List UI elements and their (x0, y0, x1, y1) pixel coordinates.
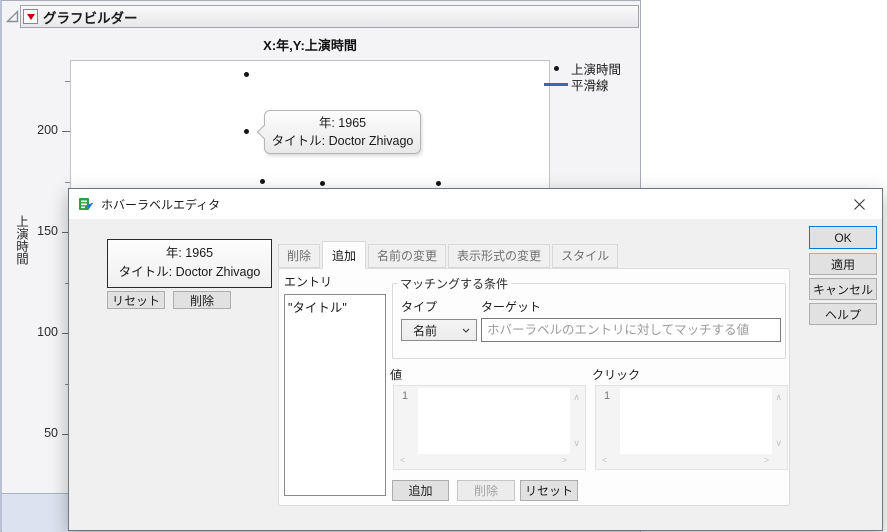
scroll-up-icon[interactable]: ∧ (775, 393, 782, 402)
dialog-titlebar[interactable]: ホバーラベルエディタ (69, 189, 882, 219)
tab-削除[interactable]: 削除 (278, 244, 321, 268)
tab-panel-add: エントリ "タイトル" マッチングする条件 タイプ 名前 ターゲット 値 クリッ… (278, 268, 790, 506)
matching-group-label: マッチングする条件 (400, 277, 509, 291)
scroll-right-icon[interactable]: > (764, 456, 769, 465)
target-label: ターゲット (481, 300, 542, 314)
scroll-right-icon[interactable]: > (562, 456, 567, 465)
tab-名前の変更[interactable]: 名前の変更 (368, 244, 447, 268)
line-number: 1 (402, 390, 409, 402)
scroll-down-icon[interactable]: ∨ (573, 439, 580, 448)
delete-entry-button[interactable]: 削除 (457, 480, 515, 501)
click-script-editor[interactable]: 1 ∧ ∨ < > (595, 385, 788, 470)
preview-reset-button[interactable]: リセット (107, 291, 165, 309)
point-marker-icon (553, 65, 559, 71)
tab-表示形式の変更[interactable]: 表示形式の変更 (448, 244, 551, 268)
matching-conditions-group: マッチングする条件 タイプ 名前 ターゲット (392, 275, 786, 359)
add-entry-button[interactable]: 追加 (392, 480, 449, 501)
chevron-down-icon (462, 328, 470, 333)
tooltip-line1: 年: 1965 (318, 116, 367, 130)
y-tick-label: 150 (37, 224, 58, 238)
entry-label: エントリ (284, 275, 333, 289)
value-code-area[interactable] (418, 388, 570, 454)
red-triangle-menu-button[interactable] (23, 9, 38, 24)
y-tick-label: 200 (37, 123, 58, 137)
scroll-left-icon[interactable]: < (602, 456, 607, 465)
value-label: 値 (390, 368, 403, 382)
hover-tooltip: 年: 1965 タイトル: Doctor Zhivago (256, 110, 421, 154)
legend-item[interactable]: 平滑線 (543, 76, 621, 93)
type-label: タイプ (401, 300, 438, 314)
red-triangle-icon (26, 13, 35, 20)
legend-line-swatch (543, 82, 569, 86)
y-axis-label: 上演時間 (14, 215, 28, 265)
chart-title: X:年,Y:上演時間 (263, 38, 357, 53)
type-dropdown[interactable]: 名前 (401, 319, 477, 341)
legend-point-swatch (543, 65, 569, 71)
apply-button[interactable]: 適用 (809, 253, 877, 275)
scroll-down-icon[interactable]: ∨ (775, 439, 782, 448)
tooltip-line2: タイトル: Doctor Zhivago (271, 134, 414, 148)
preview-line1: 年: 1965 (165, 246, 214, 260)
jmp-app-icon (79, 198, 94, 210)
data-point[interactable] (244, 128, 250, 134)
y-major-tick (62, 131, 70, 132)
target-input[interactable] (481, 318, 781, 342)
line-number: 1 (604, 390, 611, 402)
dialog-title: ホバーラベルエディタ (101, 197, 221, 212)
hover-label-preview: 年: 1965 タイトル: Doctor Zhivago (107, 239, 272, 288)
entry-list-item[interactable]: "タイトル" (285, 295, 385, 318)
scroll-left-icon[interactable]: < (400, 456, 405, 465)
y-tick-label: 50 (44, 426, 58, 440)
legend: 上演時間 平滑線 (543, 60, 621, 93)
close-button[interactable] (837, 189, 882, 219)
click-label: クリック (592, 368, 641, 382)
ok-button[interactable]: OK (809, 226, 877, 249)
tab-追加[interactable]: 追加 (322, 241, 367, 269)
data-point[interactable] (259, 179, 265, 184)
y-tick-label: 100 (37, 325, 58, 339)
graph-builder-title: グラフビルダー (43, 10, 138, 26)
line-marker-icon (544, 82, 568, 86)
cancel-button[interactable]: キャンセル (809, 278, 877, 300)
help-button[interactable]: ヘルプ (809, 303, 877, 325)
close-icon (854, 198, 865, 210)
tab-bar: 削除 追加 名前の変更 表示形式の変更 スタイル (278, 241, 620, 269)
reset-entries-button[interactable]: リセット (520, 480, 578, 501)
scroll-up-icon[interactable]: ∧ (573, 393, 580, 402)
click-code-area[interactable] (620, 388, 772, 454)
legend-label: 平滑線 (571, 78, 609, 93)
type-dropdown-value: 名前 (413, 323, 438, 338)
value-script-editor[interactable]: 1 ∧ ∨ < > (393, 385, 586, 470)
graph-builder-header[interactable]: グラフビルダー (20, 5, 639, 28)
preview-delete-button[interactable]: 削除 (173, 291, 231, 309)
screen: グラフビルダー X:年,Y:上演時間 上演時間 50 100 150 200 年: 1… (0, 0, 887, 532)
hover-label-editor-dialog: ホバーラベルエディタ 年: 1965 タイトル: Doctor Zhivago … (68, 188, 883, 531)
tab-スタイル[interactable]: スタイル (552, 244, 619, 268)
preview-line2: タイトル: Doctor Zhivago (118, 265, 261, 279)
entry-listbox[interactable]: "タイトル" (284, 294, 386, 496)
outline-disclosure-icon[interactable] (6, 10, 19, 23)
